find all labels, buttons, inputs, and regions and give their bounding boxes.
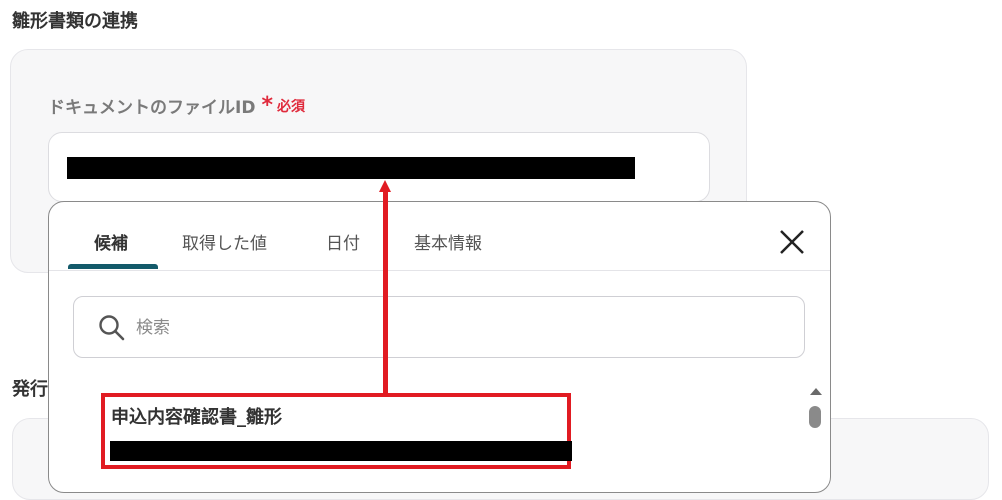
section-title: 雛形書類の連携 xyxy=(12,11,138,32)
scrollbar[interactable] xyxy=(805,388,827,492)
active-tab-indicator xyxy=(68,264,158,269)
tab-basic-info[interactable]: 基本情報 xyxy=(414,229,482,254)
second-section-title: 発行 xyxy=(12,379,48,400)
close-icon[interactable] xyxy=(777,227,807,257)
required-badge: 必須 xyxy=(276,98,305,115)
scroll-thumb[interactable] xyxy=(809,406,821,428)
redacted-value xyxy=(67,157,635,179)
field-label-text: ドキュメントのファイルID xyxy=(48,98,256,118)
tab-candidates[interactable]: 候補 xyxy=(94,229,128,254)
field-label: ドキュメントのファイルID * 必須 xyxy=(48,93,305,118)
tab-retrieved-values[interactable]: 取得した値 xyxy=(182,229,267,254)
scroll-up-arrow-icon[interactable] xyxy=(810,388,822,395)
annotation-arrow-head xyxy=(379,180,391,192)
tab-date[interactable]: 日付 xyxy=(326,229,360,254)
annotation-arrow-line xyxy=(383,188,388,393)
value-picker-popup: 候補 取得した値 日付 基本情報 申込内容確認書_雛形 xyxy=(48,201,831,493)
list-item-title: 申込内容確認書_雛形 xyxy=(111,407,282,428)
search-icon xyxy=(99,315,125,341)
search-box xyxy=(73,296,805,358)
list-item[interactable]: 申込内容確認書_雛形 xyxy=(101,393,572,469)
tab-bar: 候補 取得した値 日付 基本情報 xyxy=(49,202,830,271)
search-input[interactable] xyxy=(134,309,778,347)
required-asterisk: * xyxy=(261,92,273,118)
redacted-item-value xyxy=(110,441,572,461)
